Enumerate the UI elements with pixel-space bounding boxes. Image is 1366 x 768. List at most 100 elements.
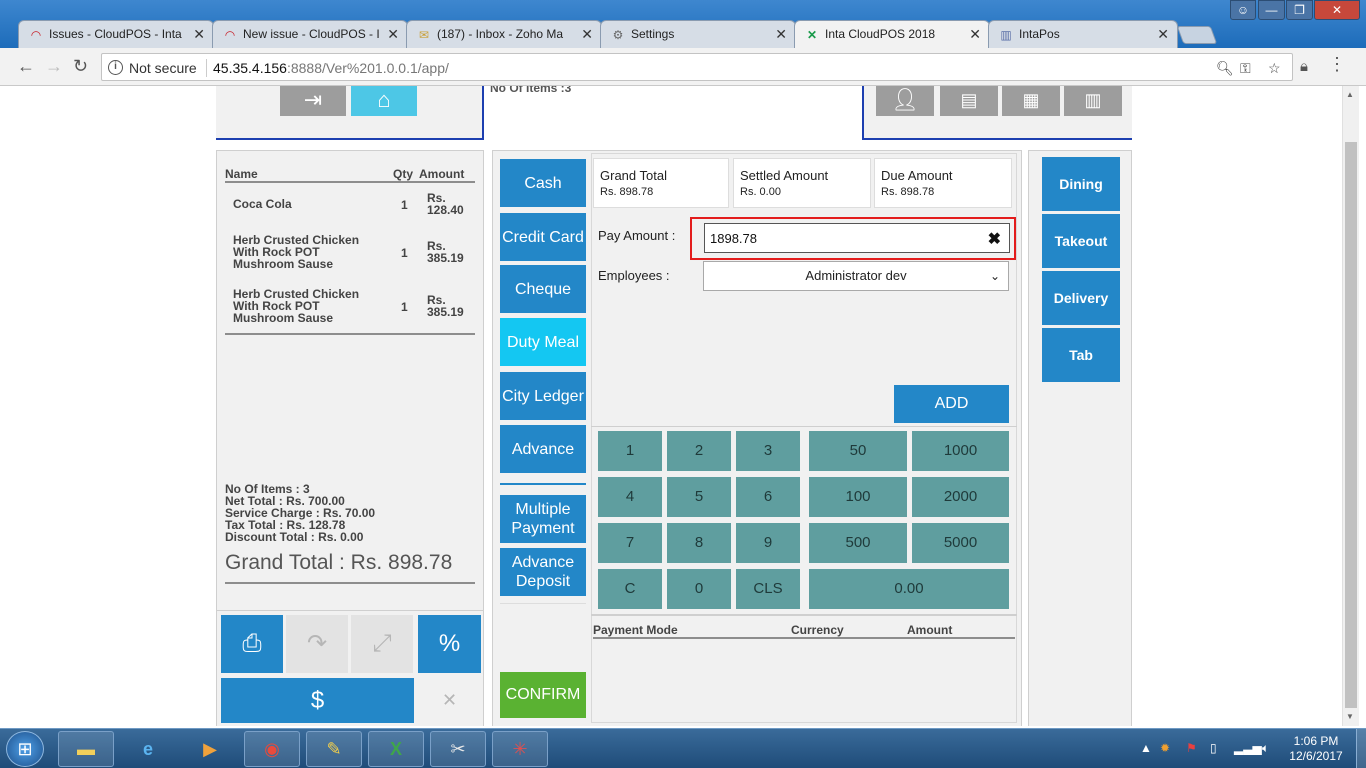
url-text[interactable]: 45.35.4.156:8888/Ver%201.0.0.1/app/ bbox=[213, 60, 449, 76]
employees-select[interactable]: Administrator dev ⌄ bbox=[703, 261, 1009, 291]
snipping-taskbar-button[interactable]: ✂ bbox=[430, 731, 486, 767]
zoom-icon[interactable]: 🔍︎ bbox=[1216, 60, 1234, 77]
minimize-button[interactable]: — bbox=[1258, 0, 1285, 20]
calendar-button[interactable]: ▦ bbox=[1002, 86, 1060, 116]
close-icon[interactable]: ✕ bbox=[387, 26, 399, 43]
pay-amount-input[interactable]: 1898.78 ✖ bbox=[704, 223, 1010, 253]
close-icon[interactable]: ✕ bbox=[969, 26, 981, 43]
key-6[interactable]: 6 bbox=[736, 477, 800, 517]
flag-icon[interactable]: ⚑ bbox=[1186, 741, 1197, 755]
redo-button[interactable]: ↷ bbox=[286, 615, 348, 673]
volume-icon[interactable]: 🔈︎ bbox=[1262, 741, 1269, 756]
menu-icon[interactable]: ⋮ bbox=[1328, 54, 1346, 75]
key-100[interactable]: 100 bbox=[809, 477, 907, 517]
key-50[interactable]: 50 bbox=[809, 431, 907, 471]
forward-icon[interactable]: → bbox=[45, 56, 63, 77]
key-7[interactable]: 7 bbox=[598, 523, 662, 563]
tab-zoho-mail[interactable]: ✉ (187) - Inbox - Zoho Ma ✕ bbox=[406, 20, 602, 48]
new-tab-button[interactable] bbox=[1176, 26, 1218, 44]
key-3[interactable]: 3 bbox=[736, 431, 800, 471]
star-icon[interactable]: ☆ bbox=[1268, 60, 1281, 77]
key-clear[interactable]: C bbox=[598, 569, 662, 609]
system-clock[interactable]: 1:06 PM 12/6/2017 bbox=[1284, 734, 1348, 764]
home-button[interactable]: ⌂ bbox=[351, 86, 417, 116]
tab-button[interactable]: Tab bbox=[1042, 328, 1120, 382]
key-4[interactable]: 4 bbox=[598, 477, 662, 517]
tab-issues[interactable]: ◠ Issues - CloudPOS - Inta ✕ bbox=[18, 20, 214, 48]
customer-button[interactable]: 👤︎ bbox=[876, 86, 934, 116]
paint-taskbar-button[interactable]: ✎ bbox=[306, 731, 362, 767]
advance-button[interactable]: Advance bbox=[500, 425, 586, 473]
tab-inta-cloudpos[interactable]: ✕ Inta CloudPOS 2018 ✕ bbox=[794, 20, 990, 49]
key-2[interactable]: 2 bbox=[667, 431, 731, 471]
key-icon[interactable]: ⚿ bbox=[1240, 60, 1251, 77]
credit-card-button[interactable]: Credit Card bbox=[500, 213, 586, 261]
key-cls[interactable]: CLS bbox=[736, 569, 800, 609]
expand-button[interactable]: ⤢ bbox=[351, 615, 413, 673]
media-player-taskbar-button[interactable]: ▶ bbox=[182, 731, 238, 767]
order-item[interactable]: Coca Cola 1 Rs. 128.40 bbox=[225, 192, 475, 222]
order-item[interactable]: Herb Crusted Chicken With Rock POT Mushr… bbox=[225, 288, 475, 328]
city-ledger-button[interactable]: City Ledger bbox=[500, 372, 586, 420]
tab-settings[interactable]: ⚙ Settings ✕ bbox=[600, 20, 796, 48]
close-icon[interactable]: ✕ bbox=[775, 26, 787, 43]
scroll-down-icon[interactable]: ▼ bbox=[1346, 712, 1354, 721]
close-icon[interactable]: ✕ bbox=[1157, 26, 1169, 43]
explorer-taskbar-button[interactable]: ▬ bbox=[58, 731, 114, 767]
tab-intapos[interactable]: ▥ IntaPos ✕ bbox=[988, 20, 1178, 48]
void-button[interactable]: ✕ bbox=[418, 678, 481, 723]
excel-taskbar-button[interactable]: X bbox=[368, 731, 424, 767]
start-button[interactable]: ⊞ bbox=[6, 731, 44, 767]
calculator-button[interactable]: ▥ bbox=[1064, 86, 1122, 116]
key-1[interactable]: 1 bbox=[598, 431, 662, 471]
cash-button[interactable]: Cash bbox=[500, 159, 586, 207]
maximize-button[interactable]: ❐ bbox=[1286, 0, 1313, 20]
tab-new-issue[interactable]: ◠ New issue - CloudPOS - I ✕ bbox=[212, 20, 408, 48]
multiple-payment-button[interactable]: Multiple Payment bbox=[500, 495, 586, 543]
reload-icon[interactable]: ↻ bbox=[73, 56, 88, 77]
receipt-button[interactable]: ▤ bbox=[940, 86, 998, 116]
key-500[interactable]: 500 bbox=[809, 523, 907, 563]
chrome-taskbar-button[interactable]: ◉ bbox=[244, 731, 300, 767]
ie-taskbar-button[interactable]: e bbox=[120, 731, 176, 767]
duty-meal-button[interactable]: Duty Meal bbox=[500, 318, 586, 366]
key-0[interactable]: 0 bbox=[667, 569, 731, 609]
usb-icon[interactable]: ▯ bbox=[1210, 741, 1217, 755]
dining-button[interactable]: Dining bbox=[1042, 157, 1120, 211]
address-bar[interactable]: i Not secure 45.35.4.156:8888/Ver%201.0.… bbox=[101, 53, 1293, 81]
print-button[interactable]: ⎙ bbox=[221, 615, 283, 673]
key-5[interactable]: 5 bbox=[667, 477, 731, 517]
key-2000[interactable]: 2000 bbox=[912, 477, 1009, 517]
percent-icon: % bbox=[438, 630, 461, 657]
signal-icon[interactable]: ▂▃▅ bbox=[1234, 741, 1262, 755]
logout-button[interactable]: ⇥ bbox=[280, 86, 346, 116]
key-9[interactable]: 9 bbox=[736, 523, 800, 563]
app-taskbar-button[interactable]: ✳ bbox=[492, 731, 548, 767]
extension-icon[interactable]: 🔒︎ bbox=[1300, 58, 1308, 75]
back-icon[interactable]: ← bbox=[17, 56, 35, 77]
scroll-up-icon[interactable]: ▲ bbox=[1346, 90, 1354, 99]
key-8[interactable]: 8 bbox=[667, 523, 731, 563]
info-icon[interactable]: i bbox=[108, 60, 123, 75]
discount-button[interactable]: % bbox=[418, 615, 481, 673]
advance-deposit-button[interactable]: Advance Deposit bbox=[500, 548, 586, 596]
clear-icon[interactable]: ✖ bbox=[988, 229, 1001, 249]
order-item[interactable]: Herb Crusted Chicken With Rock POT Mushr… bbox=[225, 234, 475, 274]
add-payment-button[interactable]: ADD bbox=[894, 385, 1009, 423]
show-desktop-button[interactable] bbox=[1356, 729, 1366, 768]
key-1000[interactable]: 1000 bbox=[912, 431, 1009, 471]
window-close-button[interactable]: ✕ bbox=[1314, 0, 1360, 20]
user-profile-button[interactable]: ☺ bbox=[1230, 0, 1256, 20]
cheque-button[interactable]: Cheque bbox=[500, 265, 586, 313]
page-scrollbar[interactable]: ▲ ▼ bbox=[1342, 86, 1359, 726]
pay-button[interactable]: $ bbox=[221, 678, 414, 723]
takeout-button[interactable]: Takeout bbox=[1042, 214, 1120, 268]
scrollbar-thumb[interactable] bbox=[1345, 142, 1357, 708]
delivery-button[interactable]: Delivery bbox=[1042, 271, 1120, 325]
avast-icon[interactable]: ✹ bbox=[1160, 741, 1170, 755]
tray-expand-icon[interactable]: ▲ bbox=[1140, 741, 1152, 755]
key-5000[interactable]: 5000 bbox=[912, 523, 1009, 563]
close-icon[interactable]: ✕ bbox=[193, 26, 205, 43]
close-icon[interactable]: ✕ bbox=[581, 26, 593, 43]
confirm-button[interactable]: CONFIRM bbox=[500, 672, 586, 718]
